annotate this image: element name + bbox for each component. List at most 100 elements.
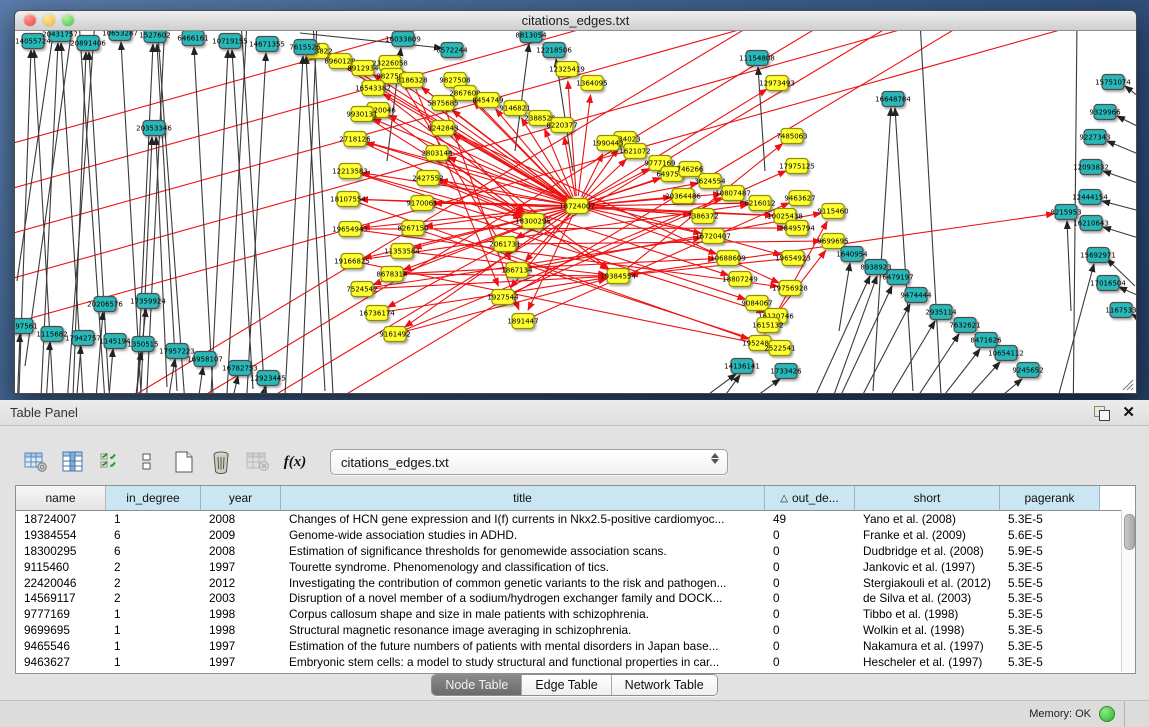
graph-node[interactable]: 17942757 — [65, 331, 101, 346]
graph-node[interactable]: 1891447 — [507, 314, 538, 329]
table-cell-pagerank[interactable]: 5.3E-5 — [1000, 639, 1100, 653]
table-cell-year[interactable]: 2012 — [201, 576, 281, 590]
graph-node[interactable]: 20364486 — [665, 189, 701, 204]
table-cell-title[interactable]: Disruption of a novel member of a sodium… — [281, 591, 765, 605]
graph-node[interactable]: 9115460 — [817, 204, 848, 219]
graph-node[interactable]: 6466161 — [177, 31, 208, 46]
graph-node[interactable]: 19384554 — [600, 269, 636, 284]
table-cell-outde[interactable]: 0 — [765, 544, 855, 558]
table-cell-title[interactable]: Embryonic stem cells: a model to study s… — [281, 655, 765, 669]
graph-node[interactable]: 7485063 — [776, 129, 807, 144]
float-panel-icon[interactable] — [1094, 406, 1110, 420]
graph-node[interactable]: 12093832 — [1073, 160, 1109, 175]
table-cell-short[interactable]: Jankovic et al. (1997) — [855, 560, 1000, 574]
graph-node[interactable]: 1527602 — [139, 31, 170, 43]
graph-node[interactable]: 8267150 — [397, 221, 428, 236]
graph-node[interactable]: 20206576 — [87, 297, 123, 312]
graph-node[interactable]: 1733426 — [770, 364, 802, 379]
graph-node[interactable]: 9245652 — [1012, 363, 1043, 378]
graph-node[interactable]: 3624554 — [694, 174, 726, 189]
graph-node[interactable]: 2935114 — [925, 305, 957, 320]
table-cell-name[interactable]: 9115460 — [16, 560, 106, 574]
table-cell-short[interactable]: Hescheler et al. (1997) — [855, 655, 1000, 669]
table-cell-short[interactable]: Yano et al. (2008) — [855, 512, 1000, 526]
graph-node[interactable]: 9397561 — [15, 319, 38, 334]
table-cell-pagerank[interactable]: 5.6E-5 — [1000, 528, 1100, 542]
delete-column-button[interactable] — [207, 447, 235, 477]
table-cell-indegree[interactable]: 6 — [106, 528, 201, 542]
close-panel-icon[interactable]: ✕ — [1122, 406, 1135, 420]
table-cell-outde[interactable]: 0 — [765, 528, 855, 542]
graph-node[interactable]: 16033809 — [385, 32, 421, 47]
graph-node[interactable]: 16210643 — [1073, 216, 1109, 231]
graph-node[interactable]: 12444154 — [1072, 190, 1108, 205]
graph-node[interactable]: 16736174 — [359, 306, 395, 321]
table-cell-name[interactable]: 9699695 — [16, 623, 106, 637]
graph-node[interactable]: 9474444 — [900, 288, 932, 303]
table-row[interactable]: 1830029562008Estimation of significance … — [16, 543, 1135, 559]
graph-node[interactable]: 20353346 — [136, 121, 172, 136]
table-cell-title[interactable]: Genome-wide association studies in ADHD. — [281, 528, 765, 542]
graph-node[interactable]: 1640954 — [836, 247, 868, 262]
graph-node[interactable]: 7386372 — [687, 209, 718, 224]
table-cell-year[interactable]: 1997 — [201, 639, 281, 653]
column-header-year[interactable]: year — [201, 486, 281, 510]
table-cell-outde[interactable]: 0 — [765, 655, 855, 669]
table-cell-name[interactable]: 9465546 — [16, 639, 106, 653]
graph-node[interactable]: 9161492 — [379, 327, 410, 342]
function-builder-button[interactable]: f(x) — [281, 447, 309, 477]
table-cell-year[interactable]: 2008 — [201, 544, 281, 558]
table-cell-pagerank[interactable]: 5.3E-5 — [1000, 512, 1100, 526]
graph-node[interactable]: 1615132 — [752, 318, 783, 333]
table-cell-title[interactable]: Tourette syndrome. Phenomenology and cla… — [281, 560, 765, 574]
graph-node[interactable]: 1167533 — [1105, 303, 1136, 318]
table-cell-short[interactable]: Stergiakouli et al. (2012) — [855, 576, 1000, 590]
graph-node[interactable]: 9170061 — [406, 196, 437, 211]
table-cell-name[interactable]: 9777169 — [16, 607, 106, 621]
select-checklist-button[interactable] — [96, 447, 124, 477]
graph-node[interactable]: 2718126 — [339, 132, 371, 147]
table-cell-indegree[interactable]: 2 — [106, 560, 201, 574]
zoom-window-icon[interactable] — [62, 14, 74, 26]
show-columns-button[interactable] — [59, 447, 87, 477]
graph-node[interactable]: 18107554 — [330, 192, 366, 207]
minimize-window-icon[interactable] — [43, 14, 55, 26]
graph-node[interactable]: 14671355 — [249, 37, 285, 52]
table-cell-year[interactable]: 2003 — [201, 591, 281, 605]
close-window-icon[interactable] — [24, 14, 36, 26]
graph-node[interactable]: 15692971 — [1080, 248, 1116, 263]
table-cell-name[interactable]: 18300295 — [16, 544, 106, 558]
table-cell-pagerank[interactable]: 5.3E-5 — [1000, 560, 1100, 574]
graph-node[interactable]: 6216012 — [744, 196, 775, 211]
table-settings-button[interactable] — [22, 447, 50, 477]
table-cell-name[interactable]: 14569117 — [16, 591, 106, 605]
graph-node[interactable]: 9930131 — [346, 107, 377, 122]
graph-node[interactable]: 8813054 — [515, 31, 547, 43]
table-cell-short[interactable]: Franke et al. (2009) — [855, 528, 1000, 542]
graph-node[interactable]: 16648784 — [875, 92, 911, 107]
table-cell-title[interactable]: Changes of HCN gene expression and I(f) … — [281, 512, 765, 526]
graph-node[interactable]: 1927544 — [487, 290, 519, 305]
table-cell-indegree[interactable]: 2 — [106, 591, 201, 605]
table-cell-indegree[interactable]: 2 — [106, 576, 201, 590]
table-cell-short[interactable]: Tibbo et al. (1998) — [855, 607, 1000, 621]
graph-node[interactable]: 7615526 — [289, 40, 321, 55]
graph-node[interactable]: 1364095 — [576, 76, 607, 91]
table-cell-short[interactable]: Wolkin et al. (1998) — [855, 623, 1000, 637]
table-cell-outde[interactable]: 0 — [765, 576, 855, 590]
column-header-indegree[interactable]: in_degree — [106, 486, 201, 510]
table-cell-title[interactable]: Estimation of significance thresholds fo… — [281, 544, 765, 558]
table-cell-indegree[interactable]: 1 — [106, 639, 201, 653]
graph-node[interactable]: 1350515 — [127, 337, 158, 352]
table-cell-outde[interactable]: 0 — [765, 623, 855, 637]
resize-grip[interactable] — [1122, 379, 1134, 391]
graph-node[interactable]: 8215953 — [1050, 205, 1081, 220]
table-row[interactable]: 1872400712008Changes of HCN gene express… — [16, 511, 1135, 527]
graph-node[interactable]: 11154808 — [739, 51, 775, 66]
graph-node[interactable]: 1621072 — [619, 144, 650, 159]
table-row[interactable]: 969969511998Structural magnetic resonanc… — [16, 622, 1135, 638]
table-cell-pagerank[interactable]: 5.3E-5 — [1000, 655, 1100, 669]
graph-node[interactable]: 2427552 — [412, 171, 443, 186]
table-cell-year[interactable]: 1998 — [201, 607, 281, 621]
graph-node[interactable]: 9463627 — [784, 191, 815, 206]
